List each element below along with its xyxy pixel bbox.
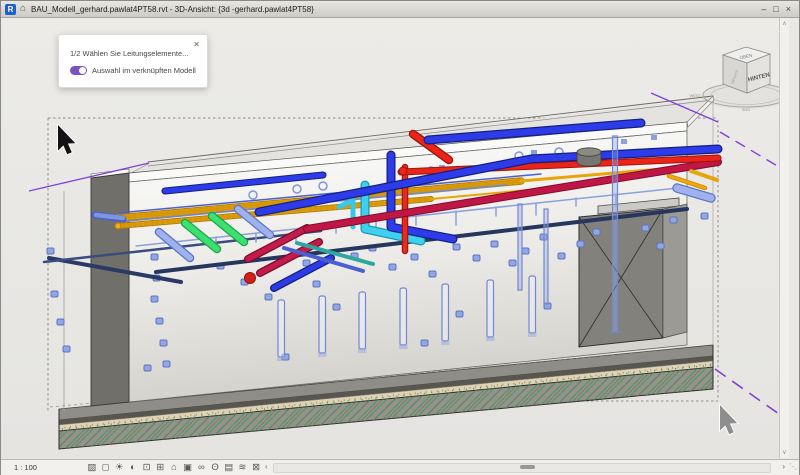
compass-west-label[interactable]: WEST [689,93,701,98]
door-reveal [663,204,687,338]
analytical-model-icon[interactable]: ≋ [236,461,250,474]
view-control-bar: 1 : 100 ▨ ◻ ☀ ◐ ⊡ ⊞ ⌂ ▣ ∞ ʘ ▤ ≋ ⊠ ‹ › ⋱ [1,459,799,475]
toggle-label: Auswahl im verknüpften Modell [92,66,196,75]
shadows-icon[interactable]: ◐ [126,461,140,474]
vertical-scrollbar[interactable]: ∧ ∨ [779,18,789,458]
selection-tooltip-dialog: ✕ 1/2 Wählen Sie Leitungselemente... Aus… [58,34,208,88]
home-icon[interactable]: ⌂ [20,4,26,14]
crop-view-icon[interactable]: ⊡ [140,461,154,474]
cursor-secondary [720,405,737,434]
sun-path-icon[interactable]: ☀ [112,461,126,474]
tank-cylinder[interactable] [577,148,601,166]
toggle-knob [79,67,86,74]
scroll-right-icon[interactable]: › [782,462,785,471]
compass-south-label[interactable]: SÜD [742,107,751,112]
locked-3d-view-icon[interactable]: ▣ [181,461,195,474]
show-crop-region-icon[interactable]: ⊞ [153,461,167,474]
door[interactable] [579,209,663,347]
scrollbar-thumb[interactable] [520,465,535,469]
maximize-button[interactable]: □ [773,5,778,14]
resize-grip[interactable]: ⋱ [789,462,797,471]
dialog-step-text: 1/2 Wählen Sie Leitungselemente... [70,49,188,58]
window-title: BAU_Modell_gerhard.pawlat4PT58.rvt - 3D-… [31,5,314,14]
more-tools-icon[interactable]: ‹ [265,462,268,471]
linked-model-toggle[interactable] [70,66,87,75]
end-wall[interactable] [91,173,129,406]
restore-orientation-icon[interactable]: ⌂ [167,461,181,474]
minimize-button[interactable]: – [761,5,766,14]
detail-level-icon[interactable]: ▨ [85,461,99,474]
reveal-hidden-elements-icon[interactable]: ʘ [208,461,222,474]
scroll-up-icon[interactable]: ∧ [782,18,786,29]
horizontal-scrollbar[interactable] [273,463,771,473]
revit-window: R ⌂ BAU_Modell_gerhard.pawlat4PT58.rvt -… [0,0,800,475]
temporary-view-properties-icon[interactable]: ▤ [222,461,236,474]
visual-style-icon[interactable]: ◻ [99,461,113,474]
close-button[interactable]: × [786,5,791,14]
revit-app-icon[interactable]: R [5,4,16,15]
dialog-close-icon[interactable]: ✕ [193,40,200,49]
displacement-sets-icon[interactable]: ⊠ [249,461,263,474]
scroll-down-icon[interactable]: ∨ [782,447,786,458]
title-bar: R ⌂ BAU_Modell_gerhard.pawlat4PT58.rvt -… [1,1,799,18]
temporary-hide-isolate-icon[interactable]: ∞ [195,461,209,474]
scale-button[interactable]: 1 : 100 [14,463,37,472]
cursor-primary [58,125,75,154]
